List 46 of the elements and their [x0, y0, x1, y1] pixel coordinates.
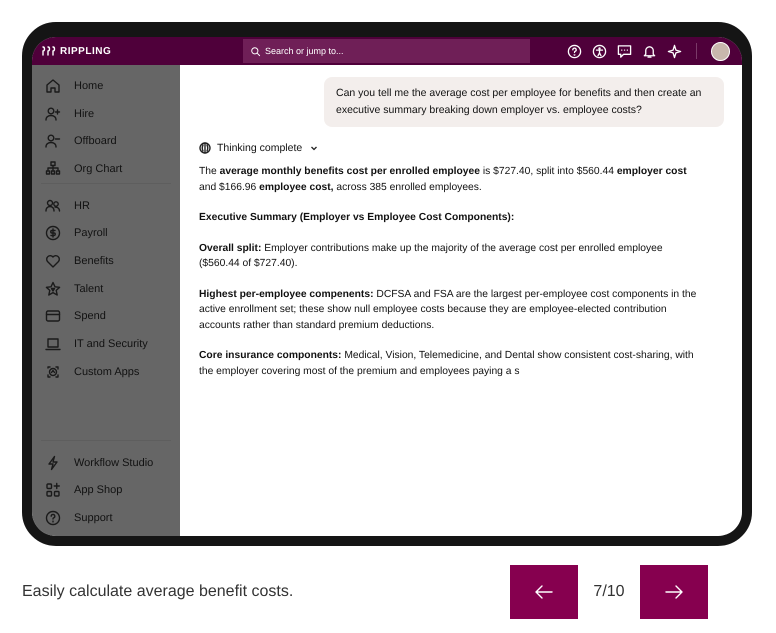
caption: Easily calculate average benefit costs. [22, 583, 294, 601]
org-chart-icon [45, 160, 61, 177]
logo: RIPPLING [42, 46, 243, 56]
logo-mark-icon [42, 46, 56, 56]
nav-item[interactable]: Spend [41, 302, 171, 330]
search-field[interactable]: Search or jump to... [243, 39, 530, 63]
nav-item[interactable]: Talent [41, 274, 171, 302]
page-position: 7/10 [592, 583, 626, 601]
accessibility-icon[interactable] [592, 44, 607, 58]
reply-paragraph: Core insurance components: Medical, Vision, Telemedicine, and Dental show consistent cost-sharing, with the employer covering most of the premium and employees paying a s [199, 349, 695, 378]
grid-plus-icon [45, 482, 61, 498]
nav-item[interactable]: Workflow Studio [41, 448, 171, 477]
nav-item[interactable]: Hire [41, 100, 171, 128]
dollar-icon [45, 225, 61, 242]
person-minus-icon [45, 133, 61, 150]
card-icon [45, 308, 61, 324]
house-icon [45, 78, 61, 94]
nav-item[interactable]: Payroll [41, 219, 171, 248]
reply-paragraph: Highest per-employee compenents: DCFSA and FSA are the largest per-employee cost components in the active enrollment set; these show null employee costs because they are employee-elected contribution accounts rather than standard premium deductions. [199, 288, 698, 332]
nav-item[interactable]: IT and Security [41, 330, 171, 358]
nav-item[interactable]: HR [41, 192, 171, 220]
bell-icon[interactable] [642, 44, 657, 58]
help-icon[interactable] [567, 44, 582, 58]
avatar[interactable] [711, 42, 730, 60]
star-icon [45, 280, 61, 297]
thinking-toggle[interactable]: Thinking complete [199, 142, 318, 154]
people-icon [45, 198, 61, 214]
laptop-icon [45, 336, 61, 352]
arrow-icon [535, 585, 553, 599]
reply-paragraph: The average monthly benefits cost per enrolled employee is $727.40, split into $560.44 employer cost and $166.96 employee cost, across 385 enrolled employees. [199, 165, 688, 194]
chat-icon[interactable] [617, 44, 632, 58]
nav-item[interactable]: Org Chart [41, 155, 171, 183]
nav-item[interactable]: Support [41, 504, 171, 532]
user-message: Can you tell me the average cost per employee for benefits and then create an executive summary breaking down employer vs. employee costs? [324, 77, 724, 127]
nav-item[interactable]: Home [41, 72, 171, 100]
sparkle-icon[interactable] [667, 44, 682, 58]
help-icon [45, 510, 61, 526]
heart-icon [45, 252, 61, 269]
summary-heading: Executive Summary (Employer vs Employee Cost Components): [199, 211, 516, 225]
nav-item[interactable]: Custom Apps [41, 358, 171, 386]
person-plus-icon [45, 106, 61, 122]
nav-item[interactable]: Benefits [41, 247, 171, 275]
nav-item[interactable]: Offboard [41, 127, 171, 156]
arrow-icon [665, 585, 683, 599]
reply-paragraph: Overall split: Employer contributions make up the majority of the average cost per enrolled employee ($560.44 of $727.40). [199, 242, 664, 271]
nav-item[interactable]: App Shop [41, 476, 171, 504]
